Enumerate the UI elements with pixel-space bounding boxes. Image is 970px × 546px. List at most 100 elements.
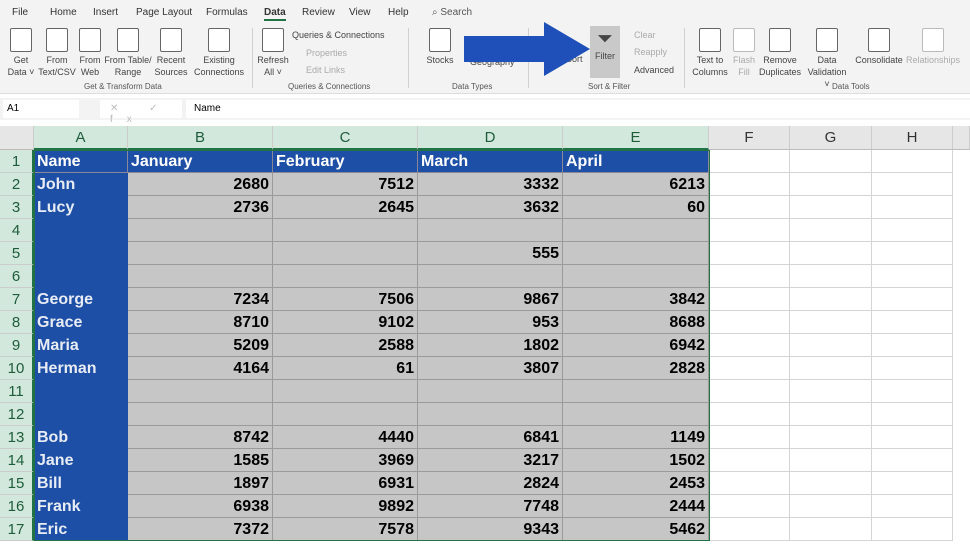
empty-cell[interactable] (790, 311, 872, 334)
filter-button[interactable]: ⏷ Filter (590, 26, 620, 78)
refresh-all-button[interactable]: Refresh All ˅ (256, 28, 290, 78)
empty-cell[interactable] (872, 472, 953, 495)
cell[interactable] (563, 219, 709, 242)
empty-cell[interactable] (790, 242, 872, 265)
empty-cell[interactable] (709, 173, 790, 196)
cell[interactable]: Maria (34, 334, 128, 357)
formula-buttons[interactable]: ✕ ✓ fx (100, 100, 182, 125)
cell[interactable]: 2453 (563, 472, 709, 495)
empty-cell[interactable] (709, 196, 790, 219)
cell[interactable]: 2680 (128, 173, 273, 196)
row-header[interactable]: 2 (0, 173, 34, 196)
row-header[interactable]: 1 (0, 150, 34, 173)
cell[interactable] (418, 219, 563, 242)
empty-cell[interactable] (790, 472, 872, 495)
cell[interactable] (128, 219, 273, 242)
cell[interactable]: 2444 (563, 495, 709, 518)
cell[interactable]: 9343 (418, 518, 563, 541)
queries-connections-button[interactable]: Queries & Connections (292, 30, 385, 40)
empty-cell[interactable] (872, 334, 953, 357)
existing-connections-button[interactable]: Existing Connections (192, 28, 246, 78)
cell[interactable] (34, 380, 128, 403)
column-header-D[interactable]: D (418, 126, 563, 150)
header-cell[interactable]: Name (34, 150, 128, 173)
remove-duplicates-button[interactable]: Remove Duplicates (758, 28, 802, 78)
cell[interactable]: 3969 (273, 449, 418, 472)
column-header-C[interactable]: C (273, 126, 418, 150)
row-header[interactable]: 8 (0, 311, 34, 334)
cell[interactable] (34, 219, 128, 242)
cell[interactable]: 4440 (273, 426, 418, 449)
cell[interactable]: 3632 (418, 196, 563, 219)
edit-links-button[interactable]: Edit Links (306, 65, 345, 75)
empty-cell[interactable] (709, 518, 790, 541)
cell[interactable]: George (34, 288, 128, 311)
relationships-button[interactable]: Relationships (904, 28, 962, 66)
from-table-range-button[interactable]: From Table/Range (104, 28, 152, 78)
cell[interactable]: 5209 (128, 334, 273, 357)
empty-cell[interactable] (790, 426, 872, 449)
empty-cell[interactable] (790, 380, 872, 403)
cell[interactable]: 2645 (273, 196, 418, 219)
empty-cell[interactable] (790, 449, 872, 472)
row-header[interactable]: 14 (0, 449, 34, 472)
empty-cell[interactable] (872, 403, 953, 426)
properties-button[interactable]: Properties (306, 48, 347, 58)
empty-cell[interactable] (790, 357, 872, 380)
tab-home[interactable]: Home (50, 7, 77, 18)
tab-formulas[interactable]: Formulas (206, 7, 248, 18)
empty-cell[interactable] (709, 242, 790, 265)
empty-cell[interactable] (872, 518, 953, 541)
select-all-corner[interactable] (0, 126, 34, 150)
cell[interactable]: 3807 (418, 357, 563, 380)
empty-cell[interactable] (790, 518, 872, 541)
empty-cell[interactable] (709, 403, 790, 426)
cell[interactable] (128, 242, 273, 265)
cell[interactable]: 1149 (563, 426, 709, 449)
empty-cell[interactable] (872, 288, 953, 311)
cell[interactable]: 555 (418, 242, 563, 265)
row-header[interactable]: 11 (0, 380, 34, 403)
row-header[interactable]: 3 (0, 196, 34, 219)
header-cell[interactable]: January (128, 150, 273, 173)
empty-cell[interactable] (872, 380, 953, 403)
empty-cell[interactable] (790, 495, 872, 518)
cell[interactable]: Grace (34, 311, 128, 334)
cell[interactable]: 7372 (128, 518, 273, 541)
empty-cell[interactable] (790, 196, 872, 219)
formula-input[interactable]: Name (186, 100, 970, 118)
cell[interactable] (128, 265, 273, 288)
cell[interactable] (418, 403, 563, 426)
empty-cell[interactable] (790, 219, 872, 242)
cell[interactable]: 7506 (273, 288, 418, 311)
tab-insert[interactable]: Insert (93, 7, 118, 18)
cell[interactable] (128, 403, 273, 426)
cell[interactable] (128, 380, 273, 403)
row-header[interactable]: 15 (0, 472, 34, 495)
tab-page-layout[interactable]: Page Layout (136, 7, 192, 18)
empty-cell[interactable] (709, 380, 790, 403)
empty-cell[interactable] (709, 472, 790, 495)
text-to-columns-button[interactable]: Text to Columns (690, 28, 730, 78)
cell[interactable]: 1585 (128, 449, 273, 472)
column-header-A[interactable]: A (34, 126, 128, 150)
cell[interactable]: 953 (418, 311, 563, 334)
cell[interactable]: Jane (34, 449, 128, 472)
empty-cell[interactable] (709, 449, 790, 472)
consolidate-button[interactable]: Consolidate (854, 28, 904, 66)
cell[interactable]: 9892 (273, 495, 418, 518)
row-header[interactable]: 17 (0, 518, 34, 541)
cell[interactable]: Frank (34, 495, 128, 518)
empty-cell[interactable] (872, 426, 953, 449)
empty-cell[interactable] (872, 357, 953, 380)
cell[interactable]: 2828 (563, 357, 709, 380)
row-header[interactable]: 12 (0, 403, 34, 426)
cell[interactable]: John (34, 173, 128, 196)
empty-cell[interactable] (790, 150, 872, 173)
cell[interactable]: 3842 (563, 288, 709, 311)
cell[interactable]: 6841 (418, 426, 563, 449)
clear-button[interactable]: Clear (634, 30, 656, 40)
cell[interactable]: 8742 (128, 426, 273, 449)
column-header-H[interactable]: H (872, 126, 953, 150)
empty-cell[interactable] (790, 403, 872, 426)
